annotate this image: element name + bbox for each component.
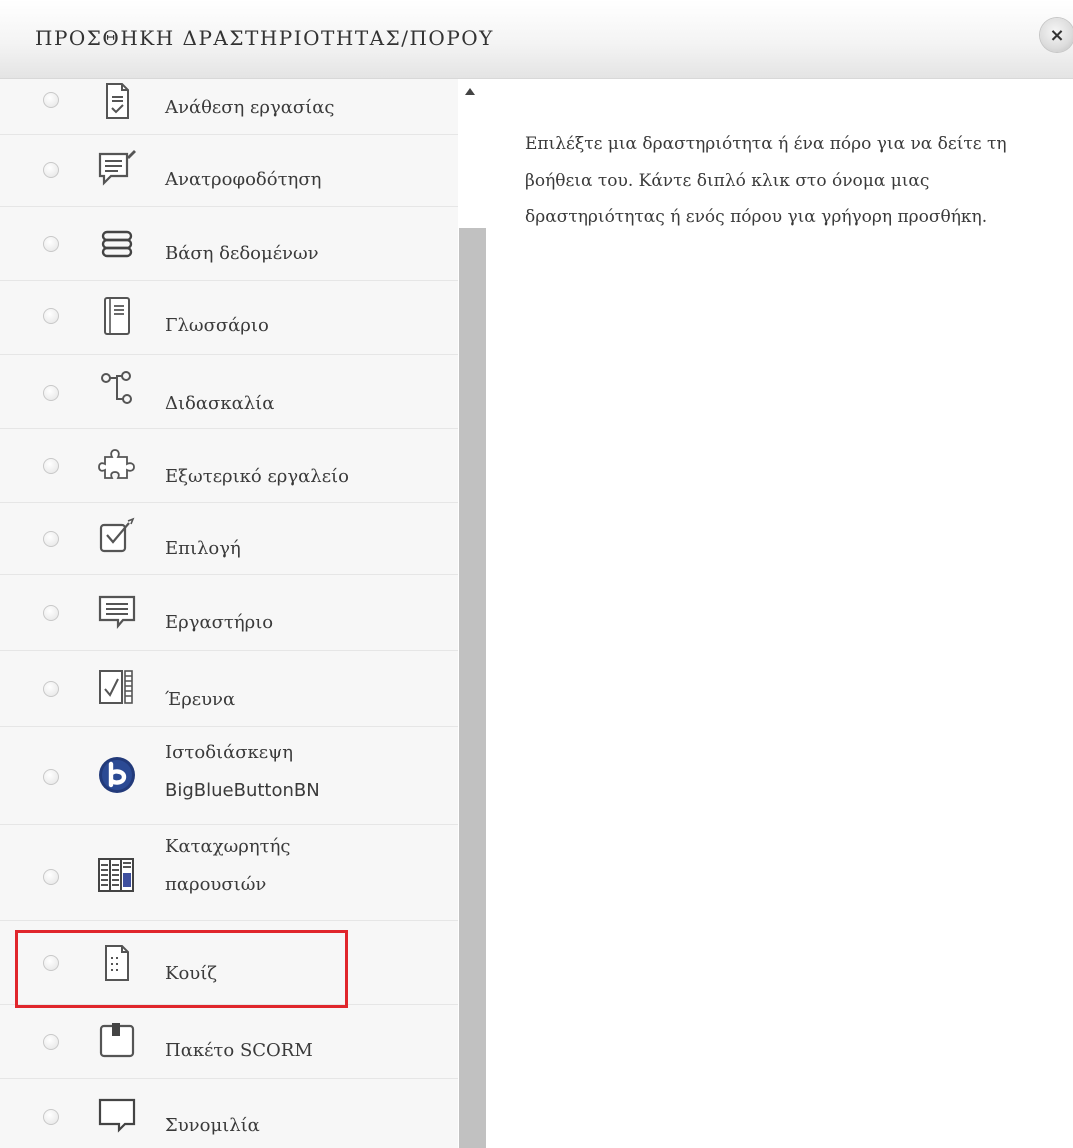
option-label: Έρευνα [165,689,236,710]
radio-button[interactable] [43,458,59,474]
option-lesson[interactable]: Διδασκαλία [0,355,458,429]
radio-button[interactable] [43,955,59,971]
dialog-title: ΠΡΟΣΘΗΚΗ ΔΡΑΣΤΗΡΙΟΤΗΤΑΣ/ΠΟΡΟΥ [35,26,494,50]
option-label: Συνομιλία [165,1115,260,1136]
radio-button[interactable] [43,162,59,178]
option-feedback[interactable]: Ανατροφοδότηση [0,135,458,207]
dialog-header: ΠΡΟΣΘΗΚΗ ΔΡΑΣΤΗΡΙΟΤΗΤΑΣ/ΠΟΡΟΥ × [0,0,1073,79]
radio-button[interactable] [43,236,59,252]
database-icon [97,224,137,264]
radio-button[interactable] [43,681,59,697]
radio-button[interactable] [43,531,59,547]
radio-button[interactable] [43,385,59,401]
option-chat[interactable]: Συνομιλία [0,1079,458,1148]
lesson-icon [97,369,137,409]
option-survey[interactable]: Έρευνα [0,651,458,727]
option-glossary[interactable]: Γλωσσάριο [0,281,458,355]
chat-icon [97,1095,137,1135]
option-quiz[interactable]: Κουίζ [0,921,458,1005]
survey-icon [97,667,137,707]
close-icon: × [1049,24,1065,46]
option-scorm[interactable]: Πακέτο SCORM [0,1005,458,1079]
feedback-icon [97,149,137,189]
glossary-icon [97,296,137,336]
bigbluebutton-icon [97,755,137,795]
radio-button[interactable] [43,1034,59,1050]
option-assignment[interactable]: Ανάθεση εργασίας [0,79,458,135]
radio-button[interactable] [43,1109,59,1125]
radio-button[interactable] [43,308,59,324]
option-label: Ανάθεση εργασίας [165,97,335,118]
option-label: Επιλογή [165,538,241,559]
option-external-tool[interactable]: Εξωτερικό εργαλείο [0,429,458,503]
option-label: Κουίζ [165,963,218,984]
option-database[interactable]: Βάση δεδομένων [0,207,458,281]
puzzle-icon [97,445,137,485]
option-label: Εργαστήριο [165,612,274,633]
attendance-icon [97,855,137,895]
option-label: Πακέτο SCORM [165,1040,313,1061]
workshop-icon [97,591,137,631]
option-attendance[interactable]: Καταχωρητής παρουσιών [0,825,458,921]
option-label: Γλωσσάριο [165,315,269,336]
scorm-icon [97,1020,137,1060]
quiz-icon [97,943,137,983]
option-label: Διδασκαλία [165,393,275,414]
radio-button[interactable] [43,869,59,885]
option-label: Βάση δεδομένων [165,243,319,264]
scroll-up-arrow-icon[interactable] [465,88,475,95]
option-label: Εξωτερικό εργαλείο [165,466,349,487]
option-label: Ανατροφοδότηση [165,169,322,190]
option-choice[interactable]: Επιλογή [0,503,458,575]
radio-button[interactable] [43,605,59,621]
radio-button[interactable] [43,92,59,108]
help-text: Επιλέξτε μια δραστηριότητα ή ένα πόρο γι… [525,134,1007,227]
radio-button[interactable] [43,769,59,785]
option-workshop[interactable]: Εργαστήριο [0,575,458,651]
option-bigbluebutton[interactable]: Ιστοδιάσκεψη BigBlueButtonBN [0,727,458,825]
option-label-line1: Ιστοδιάσκεψη [165,742,294,763]
activity-options-list: Ανάθεση εργασίας Ανατροφοδότηση Βάση δεδ… [0,79,458,1148]
assignment-icon [97,81,137,121]
close-button[interactable]: × [1040,18,1073,52]
choice-icon [97,517,137,557]
option-label-line1: Καταχωρητής [165,836,291,857]
option-label-line2: παρουσιών [165,874,267,895]
scrollbar-thumb[interactable] [459,228,486,1148]
option-label-line2: BigBlueButtonBN [165,780,320,801]
